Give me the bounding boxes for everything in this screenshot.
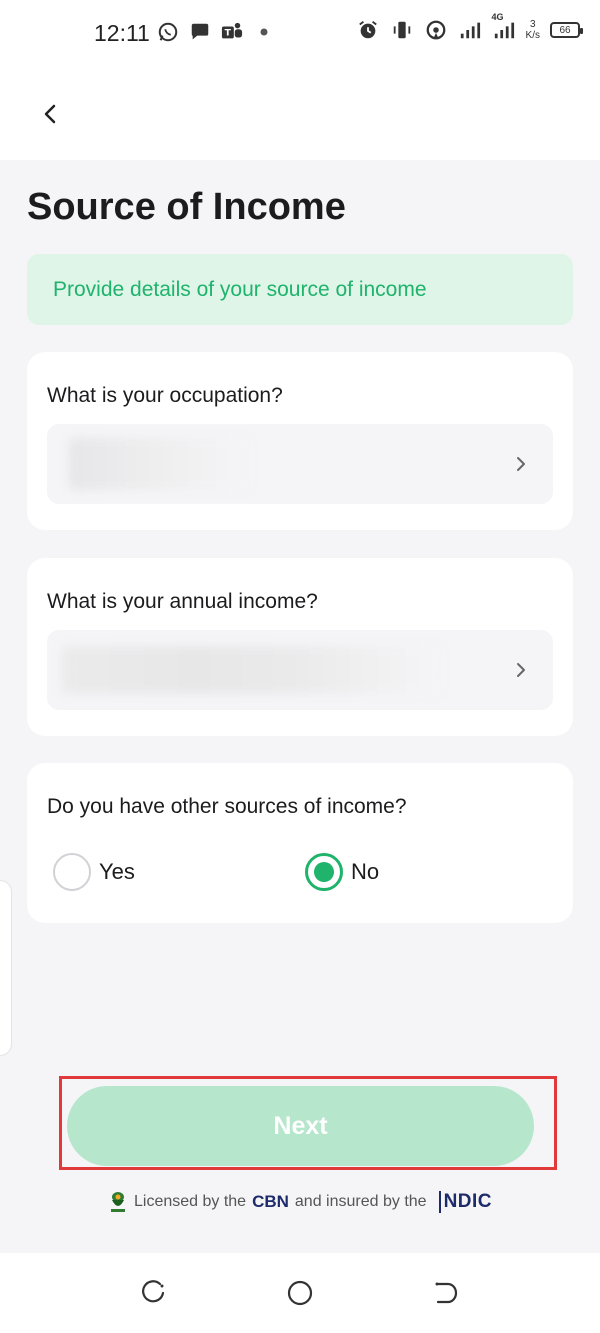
- next-button-label: Next: [273, 1111, 328, 1140]
- chevron-left-icon: [44, 104, 56, 124]
- page-title: Source of Income: [27, 186, 346, 228]
- ndic-logo-bar: [438, 1191, 441, 1213]
- cbn-crest-icon: [110, 1192, 125, 1212]
- annual-income-value-redacted: [61, 646, 441, 694]
- radio-label-yes: Yes: [99, 859, 135, 884]
- home-icon[interactable]: [286, 1279, 314, 1307]
- vibrate-icon: [390, 18, 414, 42]
- other-sources-radio-group: Yes No: [47, 853, 553, 897]
- battery-level: 66: [559, 24, 571, 36]
- cbn-text: CBN: [252, 1192, 289, 1211]
- speed-value: 3: [529, 19, 536, 30]
- network-type-label: 4G: [491, 12, 504, 22]
- battery-icon: 66: [550, 22, 583, 38]
- system-navigation-bar: [0, 1253, 600, 1333]
- radio-option-no[interactable]: No: [305, 853, 379, 891]
- next-button[interactable]: Next: [67, 1086, 534, 1166]
- back-nav-icon[interactable]: [432, 1279, 460, 1307]
- status-bar: 12:11 T 4G 3 K/s 66: [0, 0, 600, 68]
- hotspot-icon: [424, 18, 448, 42]
- side-drawer-handle[interactable]: [0, 880, 12, 1056]
- message-icon: [188, 20, 212, 44]
- ndic-text: NDIC: [443, 1191, 493, 1212]
- radio-dot: [314, 862, 334, 882]
- signal-icon: [458, 18, 482, 42]
- chevron-right-icon: [517, 663, 525, 677]
- annual-income-select[interactable]: [47, 630, 553, 710]
- other-sources-card: Do you have other sources of income? Yes…: [27, 763, 573, 923]
- radio-option-yes[interactable]: Yes: [53, 853, 135, 891]
- back-button[interactable]: [34, 98, 66, 130]
- occupation-card: What is your occupation?: [27, 352, 573, 530]
- radio-selected-icon: [305, 853, 343, 891]
- recent-apps-icon[interactable]: [140, 1279, 168, 1307]
- occupation-value-redacted: [69, 438, 249, 490]
- speed-unit: K/s: [525, 30, 540, 41]
- status-time: 12:11: [94, 20, 150, 46]
- annual-income-card: What is your annual income?: [27, 558, 573, 736]
- info-banner-text: Provide details of your source of income: [53, 277, 427, 301]
- other-sources-question: Do you have other sources of income?: [47, 795, 407, 818]
- annual-income-label: What is your annual income?: [47, 590, 318, 613]
- insured-by-text: and insured by the: [294, 1193, 427, 1210]
- chevron-right-icon: [517, 457, 525, 471]
- teams-icon: T: [220, 20, 244, 44]
- notification-icons: T: [156, 20, 276, 44]
- svg-text:T: T: [225, 28, 232, 39]
- info-banner: Provide details of your source of income: [27, 254, 573, 325]
- network-speed: 3 K/s: [526, 19, 540, 41]
- radio-unselected-icon: [53, 853, 91, 891]
- dot-icon: [252, 20, 276, 44]
- whatsapp-icon: [156, 20, 180, 44]
- radio-label-no: No: [351, 859, 380, 884]
- nav-header: [0, 68, 600, 160]
- occupation-label: What is your occupation?: [47, 384, 283, 407]
- occupation-select[interactable]: [47, 424, 553, 504]
- network-4g-signal-icon: 4G: [492, 12, 516, 42]
- ndic-logo: NDIC: [438, 1191, 493, 1213]
- license-footer: Licensed by the CBN and insured by the N…: [0, 1190, 600, 1214]
- alarm-icon: [356, 18, 380, 42]
- licensed-by-text: Licensed by the: [133, 1193, 247, 1210]
- form-content: Source of Income Provide details of your…: [0, 160, 600, 1253]
- system-status-icons: 4G 3 K/s 66: [356, 12, 583, 42]
